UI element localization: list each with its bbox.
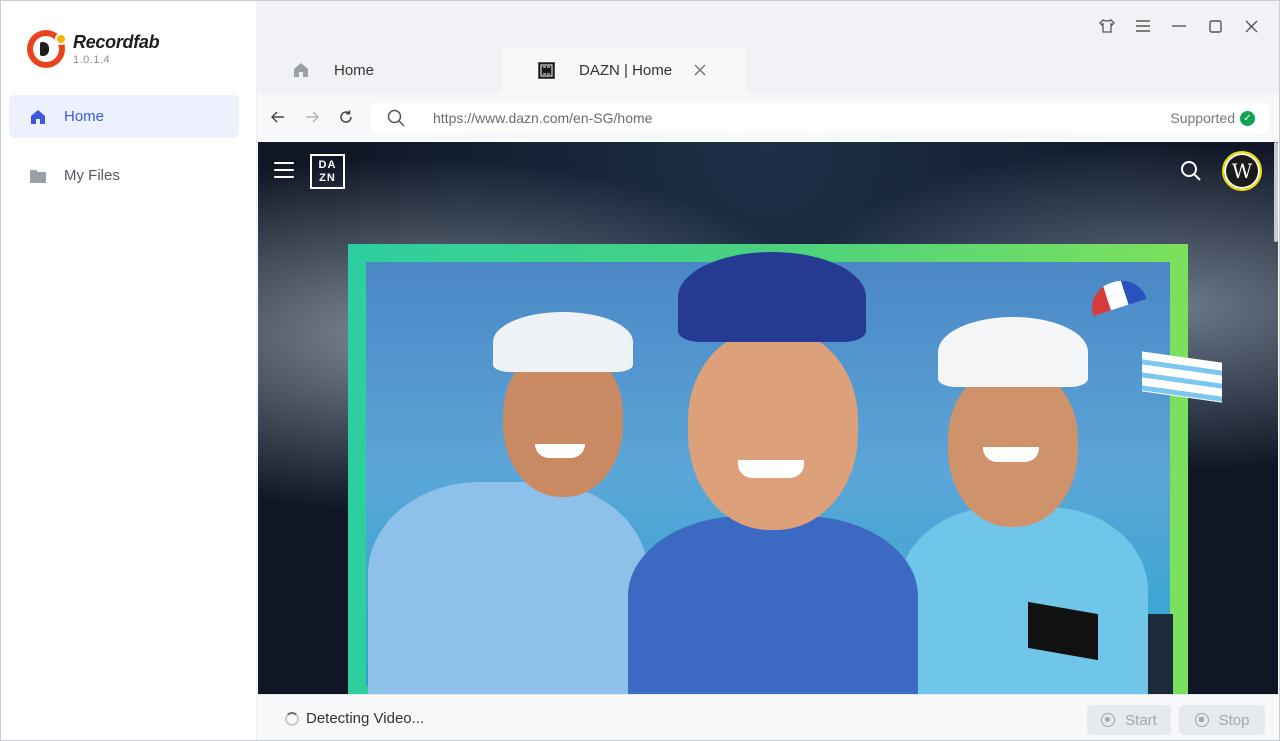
- app-logo: Recordfab 1.0.1.4: [27, 30, 160, 68]
- sidebar-item-home[interactable]: Home: [9, 95, 239, 138]
- title-bar: Home DAZN | Home: [257, 1, 1279, 93]
- home-icon: [292, 61, 310, 79]
- sidebar-item-label: Home: [64, 108, 105, 125]
- tab-label: Home: [334, 61, 375, 79]
- user-avatar[interactable]: W: [1222, 151, 1262, 191]
- app-name: Recordfab: [73, 31, 160, 52]
- navigation-buttons: [269, 107, 355, 127]
- window-controls: [1097, 15, 1261, 37]
- dazn-header: DA ZN W: [258, 142, 1278, 202]
- stop-button[interactable]: Stop: [1179, 705, 1265, 735]
- app-version: 1.0.1.4: [73, 53, 111, 66]
- scrollbar[interactable]: [1274, 142, 1278, 242]
- tab-label: DAZN | Home: [579, 61, 673, 79]
- web-view[interactable]: DA ZN W: [258, 142, 1278, 694]
- tab-dazn[interactable]: DAZN | Home: [502, 47, 747, 93]
- stop-icon: [1194, 713, 1209, 727]
- golfer-center-image: [628, 252, 918, 694]
- reload-icon[interactable]: [337, 107, 355, 127]
- golfer-left-image: [368, 312, 648, 694]
- check-icon: ✓: [1240, 110, 1255, 126]
- dazn-logo[interactable]: DA ZN: [310, 154, 345, 189]
- start-button[interactable]: Start: [1087, 705, 1171, 735]
- status-text: Detecting Video...: [306, 710, 425, 727]
- tab-bar: Home DAZN | Home: [257, 47, 747, 93]
- loading-spinner-icon: [285, 712, 299, 726]
- maximize-icon[interactable]: [1205, 15, 1225, 37]
- search-icon: [387, 109, 405, 127]
- menu-icon[interactable]: [1133, 15, 1153, 37]
- tab-close-icon[interactable]: [694, 60, 706, 80]
- sidebar: Recordfab 1.0.1.4 Home My Files: [1, 1, 257, 740]
- url-field[interactable]: https://www.dazn.com/en-SG/home Supporte…: [371, 103, 1269, 133]
- supported-badge: Supported ✓: [1170, 110, 1255, 126]
- search-icon[interactable]: [1180, 160, 1202, 182]
- forward-arrow-icon[interactable]: [303, 107, 321, 127]
- home-icon: [29, 108, 47, 126]
- back-arrow-icon[interactable]: [269, 107, 287, 127]
- supported-label: Supported: [1170, 110, 1235, 126]
- hamburger-menu-icon[interactable]: [274, 162, 294, 180]
- tab-home[interactable]: Home: [257, 47, 502, 93]
- recordfab-logo-icon: [27, 30, 67, 68]
- url-text[interactable]: https://www.dazn.com/en-SG/home: [433, 110, 1170, 126]
- recordfab-window: Recordfab 1.0.1.4 Home My Files Home DAZ…: [0, 0, 1280, 741]
- sidebar-item-my-files[interactable]: My Files: [9, 154, 239, 197]
- status-bar: Detecting Video... Start Stop: [257, 694, 1279, 740]
- dazn-favicon-icon: [537, 61, 555, 79]
- shirt-icon[interactable]: [1097, 15, 1117, 37]
- address-bar: https://www.dazn.com/en-SG/home Supporte…: [257, 93, 1279, 141]
- minimize-icon[interactable]: [1169, 15, 1189, 37]
- folder-icon: [29, 167, 47, 185]
- close-icon[interactable]: [1241, 15, 1261, 37]
- record-icon: [1101, 713, 1116, 727]
- sidebar-item-label: My Files: [64, 167, 120, 184]
- sidebar-nav: Home My Files: [9, 95, 239, 213]
